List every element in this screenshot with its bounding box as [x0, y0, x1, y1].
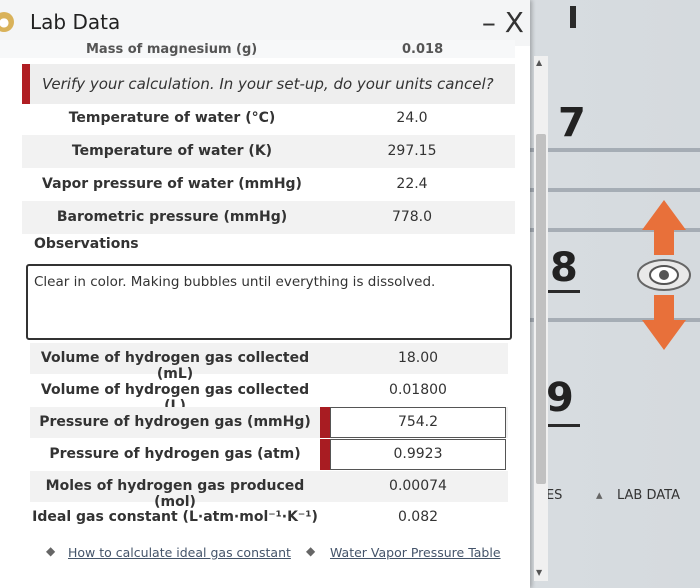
input-marker [320, 439, 330, 470]
mass-label: Mass of magnesium (g) [86, 42, 258, 57]
mass-value: 0.018 [402, 42, 444, 57]
ideal-gas-link[interactable]: How to calculate ideal gas constant [68, 545, 291, 560]
table-row: Pressure of hydrogen gas (mmHg) 754.2 [30, 407, 508, 438]
table-row: Temperature of water (K) 297.15 [22, 135, 515, 168]
observations-textarea[interactable]: Clear in color. Making bubbles until eve… [26, 264, 512, 340]
scroll-up-icon[interactable]: ▲ [536, 58, 542, 67]
observations-text: Clear in color. Making bubbles until eve… [34, 274, 436, 290]
verify-banner: Verify your calculation. In your set-up,… [22, 64, 515, 104]
graduation-tick [570, 6, 576, 28]
row-value: 18.00 [397, 350, 439, 366]
observations-label: Observations [34, 236, 139, 252]
row-label: Ideal gas constant (L·atm·mol⁻¹·K⁻¹) [32, 509, 318, 525]
table-row: Vapor pressure of water (mmHg) 22.4 [22, 168, 515, 201]
graduation-9: 9 [546, 375, 574, 421]
row-value: 778.0 [391, 209, 433, 225]
row-value: 0.00074 [389, 478, 447, 494]
close-icon[interactable]: – X [482, 6, 524, 39]
row-value: 24.0 [396, 110, 428, 126]
flask-icon: ▴ [596, 488, 603, 503]
graduation-8: 8 [550, 245, 578, 291]
input-marker [320, 407, 330, 438]
row-label: Barometric pressure (mmHg) [56, 209, 288, 225]
graduation-tick [548, 424, 580, 427]
row-value: 754.2 [397, 414, 439, 430]
row-label: Temperature of water (K) [71, 143, 273, 159]
table-row: Pressure of hydrogen gas (atm) 0.9923 [30, 439, 508, 470]
row-value: 0.082 [397, 509, 439, 525]
lab-data-tab[interactable]: LAB DATA [617, 488, 680, 503]
row-label: Vapor pressure of water (mmHg) [42, 176, 302, 192]
verify-accent-bar [22, 64, 30, 104]
row-label: Temperature of water (°C) [68, 110, 276, 126]
table-row: Barometric pressure (mmHg) 778.0 [22, 201, 515, 234]
window-title: Lab Data [30, 10, 121, 34]
eye-icon[interactable] [636, 200, 692, 350]
link-bullet-icon: ◆ [306, 544, 316, 558]
table-row: Temperature of water (°C) 24.0 [22, 102, 515, 135]
graduation-tick [548, 290, 580, 293]
row-value: 297.15 [387, 143, 437, 159]
table-row: Volume of hydrogen gas collected (L) 0.0… [30, 375, 508, 414]
row-value: 22.4 [396, 176, 428, 192]
row-value: 0.01800 [389, 382, 447, 398]
vapor-pressure-table-link[interactable]: Water Vapor Pressure Table [330, 545, 501, 560]
scroll-down-icon[interactable]: ▼ [536, 568, 542, 577]
table-row: Moles of hydrogen gas produced (mol) 0.0… [30, 471, 508, 510]
mass-row: Mass of magnesium (g) 0.018 [0, 40, 515, 58]
row-label: Pressure of hydrogen gas (mmHg) [39, 414, 311, 430]
lab-icon: ● [0, 12, 14, 32]
row-value: 0.9923 [393, 446, 443, 462]
graduation-7: 7 [558, 100, 586, 146]
lab-data-panel: ● Lab Data – X Mass of magnesium (g) 0.0… [0, 0, 530, 588]
table-row: Volume of hydrogen gas collected (mL) 18… [30, 343, 508, 382]
table-row: Ideal gas constant (L·atm·mol⁻¹·K⁻¹) 0.0… [30, 502, 508, 533]
link-bullet-icon: ◆ [46, 544, 56, 558]
row-label: Pressure of hydrogen gas (atm) [49, 446, 301, 462]
scroll-thumb[interactable] [536, 134, 546, 484]
panel-scrollbar[interactable]: ▲ ▼ [534, 56, 548, 581]
verify-text: Verify your calculation. In your set-up,… [42, 75, 494, 93]
